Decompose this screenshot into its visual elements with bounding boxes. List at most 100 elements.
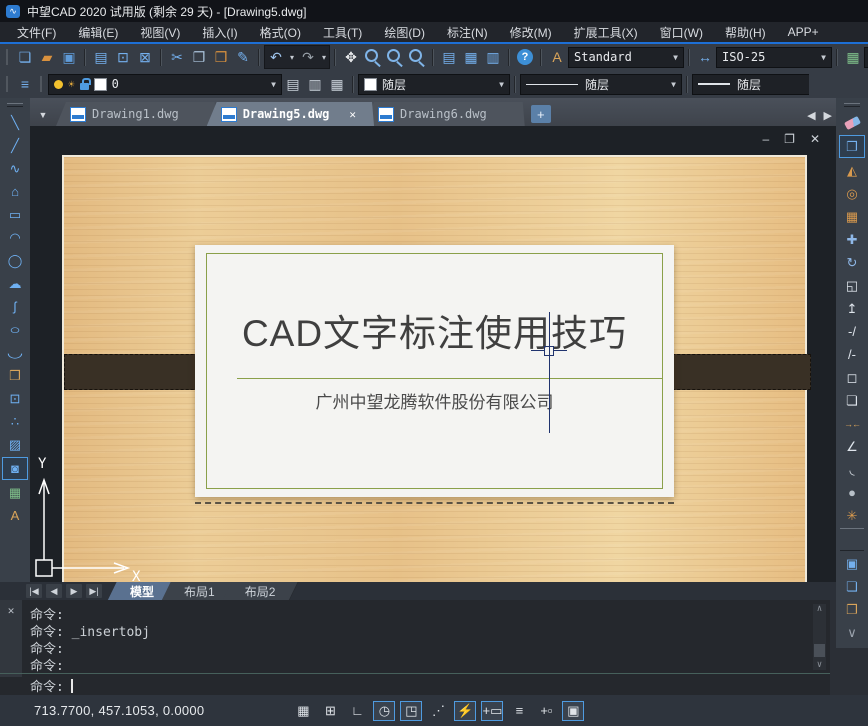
first-tab-button[interactable]: |◀ [26, 584, 42, 598]
snap-mode-toggle[interactable]: ⊞ [319, 701, 341, 721]
object-snap-tracking-toggle[interactable]: ⋰ [427, 701, 449, 721]
plot-preview-icon[interactable]: ⊡ [112, 47, 134, 67]
draw-order-icon[interactable]: ❐ [840, 599, 864, 620]
close-command-panel-icon[interactable]: ✕ [8, 604, 15, 677]
restore-document-icon[interactable]: ❐ [784, 132, 795, 146]
last-tab-button[interactable]: ▶| [86, 584, 102, 598]
command-scrollbar[interactable]: ∧ ∨ [813, 604, 826, 670]
menu-tools[interactable]: 工具(T) [312, 22, 373, 43]
chamfer-icon[interactable]: ∠ [840, 436, 864, 457]
menu-express-tools[interactable]: 扩展工具(X) [563, 22, 649, 43]
lineweight-combo[interactable]: 随层 [692, 74, 809, 95]
polygon-icon[interactable]: ⌂ [3, 181, 27, 202]
tab-drawing6[interactable]: Drawing6.dwg [364, 102, 525, 126]
color-combo[interactable]: 随层 ▼ [358, 74, 510, 95]
selection-cycling-toggle[interactable]: +▫ [535, 701, 557, 721]
hatch-icon[interactable]: ▨ [3, 434, 27, 455]
zoom-window-icon[interactable] [384, 47, 406, 67]
make-block-icon[interactable]: ⊡ [3, 388, 27, 409]
pan-icon[interactable]: ✥ [340, 47, 362, 67]
undo-icon[interactable]: ↶ [264, 45, 287, 69]
menu-file[interactable]: 文件(F) [6, 22, 67, 43]
prev-tab-button[interactable]: ◀ [46, 584, 62, 598]
circle-icon[interactable]: ◯ [3, 250, 27, 271]
menu-view[interactable]: 视图(V) [129, 22, 191, 43]
inserted-slide-image[interactable]: CAD文字标注使用技巧 广州中望龙腾软件股份有限公司 [62, 155, 807, 582]
linetype-combo[interactable]: 随层 ▼ [520, 74, 682, 95]
tab-layout2[interactable]: 布局2 [227, 582, 294, 601]
extend-icon[interactable]: /- [840, 344, 864, 365]
plot-icon[interactable]: ▤ [90, 47, 112, 67]
point-icon[interactable]: ∴ [3, 411, 27, 432]
minimize-document-icon[interactable]: – [762, 132, 769, 146]
stretch-icon[interactable]: ↥ [840, 298, 864, 319]
menu-app-plus[interactable]: APP+ [777, 23, 830, 41]
send-to-back-icon[interactable]: ❏ [840, 576, 864, 597]
undo-dropdown-icon[interactable]: ▾ [287, 45, 297, 69]
blend-curves-icon[interactable]: ● [840, 482, 864, 503]
mirror-icon[interactable]: ◭ [840, 160, 864, 181]
text-style-icon[interactable]: A [546, 47, 568, 67]
region-icon[interactable]: ◙ [2, 457, 28, 480]
mtext-icon[interactable]: A [3, 505, 27, 526]
close-tab-icon[interactable]: ✕ [349, 108, 356, 121]
menu-insert[interactable]: 插入(I) [191, 22, 248, 43]
insert-block-icon[interactable]: ❒ [3, 365, 27, 386]
ellipse-icon[interactable]: ○ [0, 319, 32, 340]
open-folder-icon[interactable]: ▰ [36, 47, 58, 67]
move-icon[interactable]: ✚ [840, 229, 864, 250]
redo-icon[interactable]: ↷ [297, 45, 319, 69]
break-at-point-icon[interactable]: ◻ [840, 367, 864, 388]
table-style-combo[interactable]: S [864, 47, 868, 68]
explode-icon[interactable]: ✳ [840, 505, 864, 526]
menu-window[interactable]: 窗口(W) [649, 22, 714, 43]
help-icon[interactable]: ? [517, 49, 533, 65]
polar-tracking-toggle[interactable]: ◷ [373, 701, 395, 721]
close-document-icon[interactable]: ✕ [810, 132, 820, 146]
erase-icon[interactable] [840, 112, 864, 133]
line-icon[interactable]: ╲ [3, 112, 27, 133]
scroll-up-icon[interactable]: ∧ [817, 604, 822, 614]
drawing-canvas[interactable]: – ❐ ✕ CAD文字标注使用技巧 广州中望龙腾软件股份有限公司 [30, 126, 836, 582]
next-tab-button[interactable]: ▶ [66, 584, 82, 598]
join-icon[interactable]: →← [840, 413, 864, 434]
properties-palette-icon[interactable]: ▤ [438, 47, 460, 67]
table-icon[interactable]: ▦ [3, 482, 27, 503]
menu-edit[interactable]: 编辑(E) [67, 22, 129, 43]
revision-cloud-icon[interactable]: ☁ [3, 273, 27, 294]
toolbar-overflow-chevron-icon[interactable]: ∨ [840, 622, 864, 643]
spline-icon[interactable]: ʃ [3, 296, 27, 317]
layer-manager-icon[interactable]: ≡ [14, 74, 36, 94]
paste-icon[interactable]: ❒ [210, 47, 232, 67]
rotate-icon[interactable]: ↻ [840, 252, 864, 273]
layer-properties-icon[interactable]: ▦ [326, 74, 348, 94]
grid-display-toggle[interactable]: ▦ [292, 701, 314, 721]
copy-clip-icon[interactable]: ❐ [188, 47, 210, 67]
arc-icon[interactable]: ◠ [3, 227, 27, 248]
bring-to-front-icon[interactable]: ▣ [840, 553, 864, 574]
scrollbar-thumb[interactable] [814, 644, 825, 657]
tool-palettes-icon[interactable]: ▥ [482, 47, 504, 67]
command-line-panel[interactable]: ✕ 命令:命令: _insertobj命令:命令: 命令: ∧ ∨ [0, 600, 830, 695]
show-lineweight-toggle[interactable]: ≡ [508, 701, 530, 721]
layer-states-icon[interactable]: ▤ [282, 74, 304, 94]
offset-icon[interactable]: ◎ [840, 183, 864, 204]
rectangle-icon[interactable]: ▭ [3, 204, 27, 225]
designcenter-icon[interactable]: ▦ [460, 47, 482, 67]
redo-dropdown-icon[interactable]: ▾ [319, 45, 330, 69]
break-icon[interactable]: ❏ [840, 390, 864, 411]
tab-drawing5[interactable]: Drawing5.dwg ✕ [207, 102, 374, 126]
ortho-mode-toggle[interactable]: ∟ [346, 701, 368, 721]
copy-icon[interactable]: ❐ [839, 135, 865, 158]
zoom-realtime-icon[interactable] [362, 47, 384, 67]
layer-previous-icon[interactable]: ▥ [304, 74, 326, 94]
array-icon[interactable]: ▦ [840, 206, 864, 227]
menu-format[interactable]: 格式(O) [249, 22, 312, 43]
zoom-previous-icon[interactable] [406, 47, 428, 67]
publish-icon[interactable]: ⊠ [134, 47, 156, 67]
menu-help[interactable]: 帮助(H) [714, 22, 777, 43]
quick-properties-toggle[interactable]: +▭ [481, 701, 503, 721]
construction-line-icon[interactable]: ╱ [3, 135, 27, 156]
match-properties-icon[interactable]: ✎ [232, 47, 254, 67]
scroll-tabs-right-button[interactable]: ▶ [824, 109, 832, 122]
